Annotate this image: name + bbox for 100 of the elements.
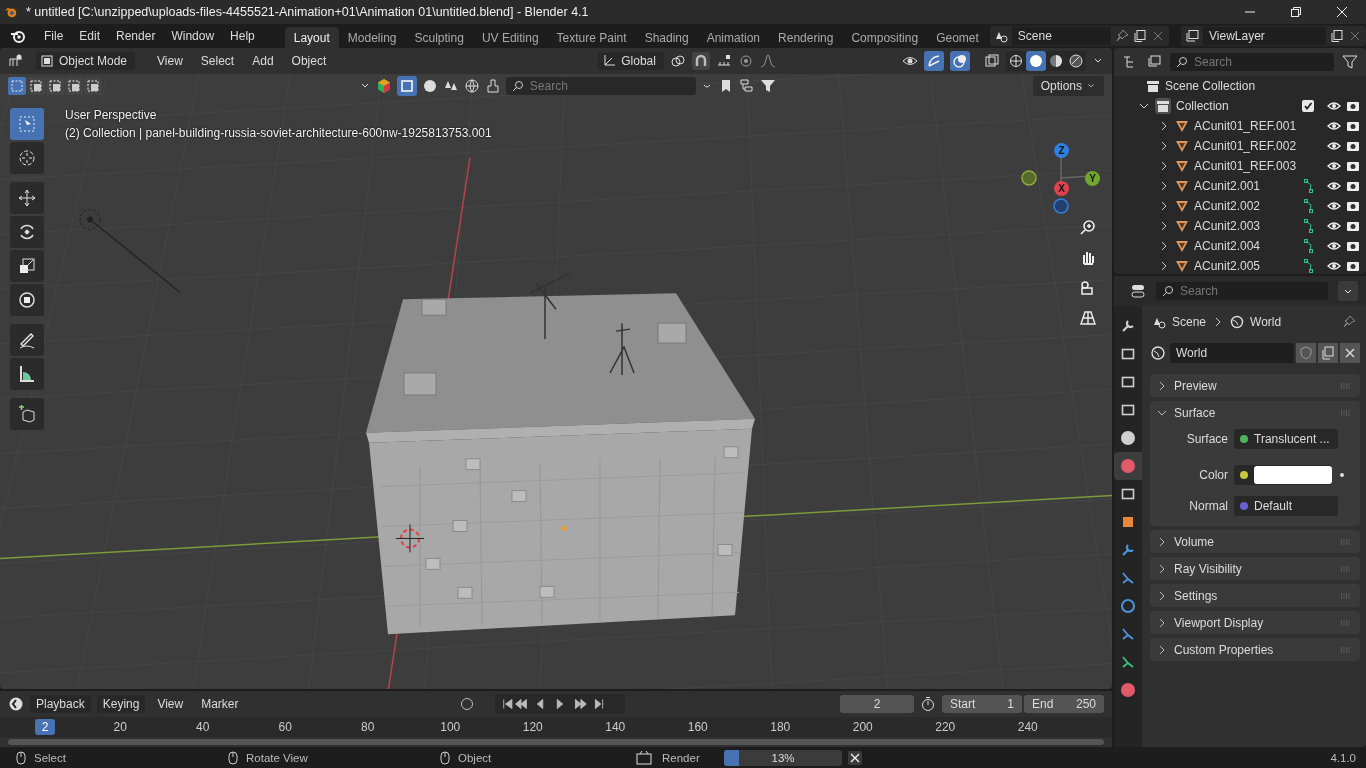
workspace-tab[interactable]: Geomet [927, 27, 988, 48]
workspace-tab[interactable]: Layout [284, 27, 339, 48]
playhead-marker[interactable]: 2 [35, 719, 55, 735]
panel-header[interactable]: Volume [1174, 534, 1215, 549]
drag-handle-icon[interactable] [1340, 537, 1352, 546]
negative-axis-dot[interactable] [1021, 170, 1037, 186]
negative-axis-dot[interactable] [1053, 198, 1069, 214]
keyframe-dot[interactable] [1340, 473, 1344, 477]
menu-item[interactable]: Object [285, 54, 333, 68]
duplicate-icon[interactable] [1133, 29, 1148, 43]
tree-item[interactable]: Collection [1176, 99, 1229, 113]
blender-logo-icon[interactable] [10, 28, 26, 44]
close-icon[interactable] [848, 750, 862, 765]
properties-editor-icon[interactable] [1130, 283, 1146, 299]
xray-icon[interactable] [984, 53, 1000, 69]
mode-dropdown[interactable]: Object Mode [36, 52, 136, 70]
tree-item[interactable]: ACunit2.004 [1194, 239, 1298, 253]
workspace-tab[interactable]: Modeling [338, 27, 406, 48]
drag-handle-icon[interactable] [1340, 645, 1352, 654]
world-name-field[interactable]: World [1170, 343, 1294, 363]
tool-button[interactable] [10, 398, 44, 430]
menu-item[interactable]: View [151, 54, 189, 68]
duplicate-icon[interactable] [1330, 29, 1344, 43]
pin-icon[interactable] [1342, 315, 1356, 329]
color-swatch[interactable] [1254, 466, 1332, 484]
drag-handle-icon[interactable] [1340, 408, 1352, 417]
tool-button[interactable] [10, 216, 44, 248]
falloff-curve-icon[interactable] [759, 53, 776, 69]
socket-link-field[interactable]: Default [1234, 495, 1338, 516]
tree-item[interactable]: Scene Collection [1165, 79, 1256, 93]
menu-item[interactable]: View [151, 697, 190, 711]
drag-handle-icon[interactable] [1340, 591, 1352, 600]
gizmo-icon[interactable] [924, 51, 944, 71]
tree-item[interactable]: ACunit01_REF.003 [1194, 159, 1298, 173]
search-field[interactable]: Search [1170, 53, 1334, 71]
square-filter-icon[interactable] [396, 76, 417, 96]
eye-icon[interactable] [1327, 99, 1341, 113]
menu-item[interactable]: Render [108, 29, 164, 43]
menu-item[interactable]: Help [222, 29, 263, 43]
close-icon[interactable] [1336, 6, 1348, 18]
tree-item[interactable]: ACunit2.003 [1194, 219, 1298, 233]
tool-button[interactable] [10, 284, 44, 316]
editor-type-icon[interactable] [8, 53, 24, 69]
axis-dot[interactable]: X [1054, 181, 1069, 196]
select-mode-button[interactable] [65, 77, 83, 95]
drag-handle-icon[interactable] [1340, 618, 1352, 627]
menu-item[interactable]: Window [163, 29, 223, 43]
eye-icon[interactable] [1327, 159, 1341, 173]
tool-button[interactable] [10, 182, 44, 214]
color-cube-icon[interactable] [375, 78, 392, 94]
orientation-dropdown[interactable]: Global [598, 52, 664, 70]
eye-icon[interactable] [1327, 179, 1341, 193]
funnel-icon[interactable] [1342, 54, 1358, 70]
magnet-icon[interactable] [691, 52, 710, 70]
axis-dot[interactable]: Y [1085, 171, 1100, 186]
menu-item[interactable]: Add [246, 54, 280, 68]
workspace-tab[interactable]: Shading [635, 27, 698, 48]
clock-icon[interactable] [8, 696, 24, 712]
playback-controls[interactable] [495, 694, 626, 714]
select-mode-button[interactable] [84, 77, 102, 95]
select-mode-button[interactable] [27, 77, 45, 95]
workspace-tab[interactable]: Texture Paint [547, 27, 636, 48]
shading-button[interactable] [1026, 51, 1046, 71]
pin-icon[interactable] [1115, 29, 1130, 43]
menu-item[interactable]: Select [194, 54, 241, 68]
panel-header[interactable]: Settings [1174, 588, 1218, 603]
timeline-scrollbar[interactable] [8, 739, 1104, 745]
tree-item[interactable]: ACunit2.001 [1194, 179, 1298, 193]
eye-icon[interactable] [1327, 219, 1341, 233]
drag-handle-icon[interactable] [1340, 564, 1352, 573]
tool-button[interactable] [10, 358, 44, 390]
record-icon[interactable] [459, 696, 476, 712]
proportional-icon[interactable] [737, 53, 754, 69]
eye-icon[interactable] [1327, 239, 1341, 253]
start-frame-field[interactable]: Start 1 [942, 695, 1022, 713]
search-field[interactable]: Search [1156, 282, 1328, 300]
workspace-tab[interactable]: UV Editing [472, 27, 548, 48]
maximize-icon[interactable] [1290, 6, 1302, 18]
menu-item[interactable]: Keying [96, 695, 146, 713]
tree-item[interactable]: ACunit01_REF.001 [1194, 119, 1298, 133]
current-frame-field[interactable]: 2 [840, 695, 914, 713]
axis-dot[interactable]: Z [1054, 143, 1069, 158]
menu-item[interactable]: Marker [195, 697, 245, 711]
menu-item[interactable]: Edit [71, 29, 109, 43]
eye-icon[interactable] [1327, 139, 1341, 153]
select-mode-button[interactable] [46, 77, 64, 95]
tool-button[interactable] [10, 324, 44, 356]
options-dropdown[interactable]: Options [1032, 76, 1104, 96]
snap-grid-icon[interactable] [715, 53, 732, 69]
stopwatch-icon[interactable] [920, 696, 936, 712]
search-field[interactable]: Search [505, 77, 696, 95]
hierarchy-icon[interactable] [738, 78, 755, 94]
workspace-tab[interactable]: Animation [697, 27, 770, 48]
frame-ruler[interactable]: 2 20 40 60 80 100 120 140 160 180 200 220 240 [0, 717, 1112, 737]
breadcrumb-item[interactable]: World [1250, 315, 1282, 329]
tree-item[interactable]: ACunit2.005 [1194, 259, 1298, 273]
checkbox[interactable] [1302, 100, 1314, 112]
overlays-icon[interactable] [950, 51, 970, 71]
workspace-tab[interactable]: Sculpting [405, 27, 473, 48]
tool-button[interactable] [10, 250, 44, 282]
